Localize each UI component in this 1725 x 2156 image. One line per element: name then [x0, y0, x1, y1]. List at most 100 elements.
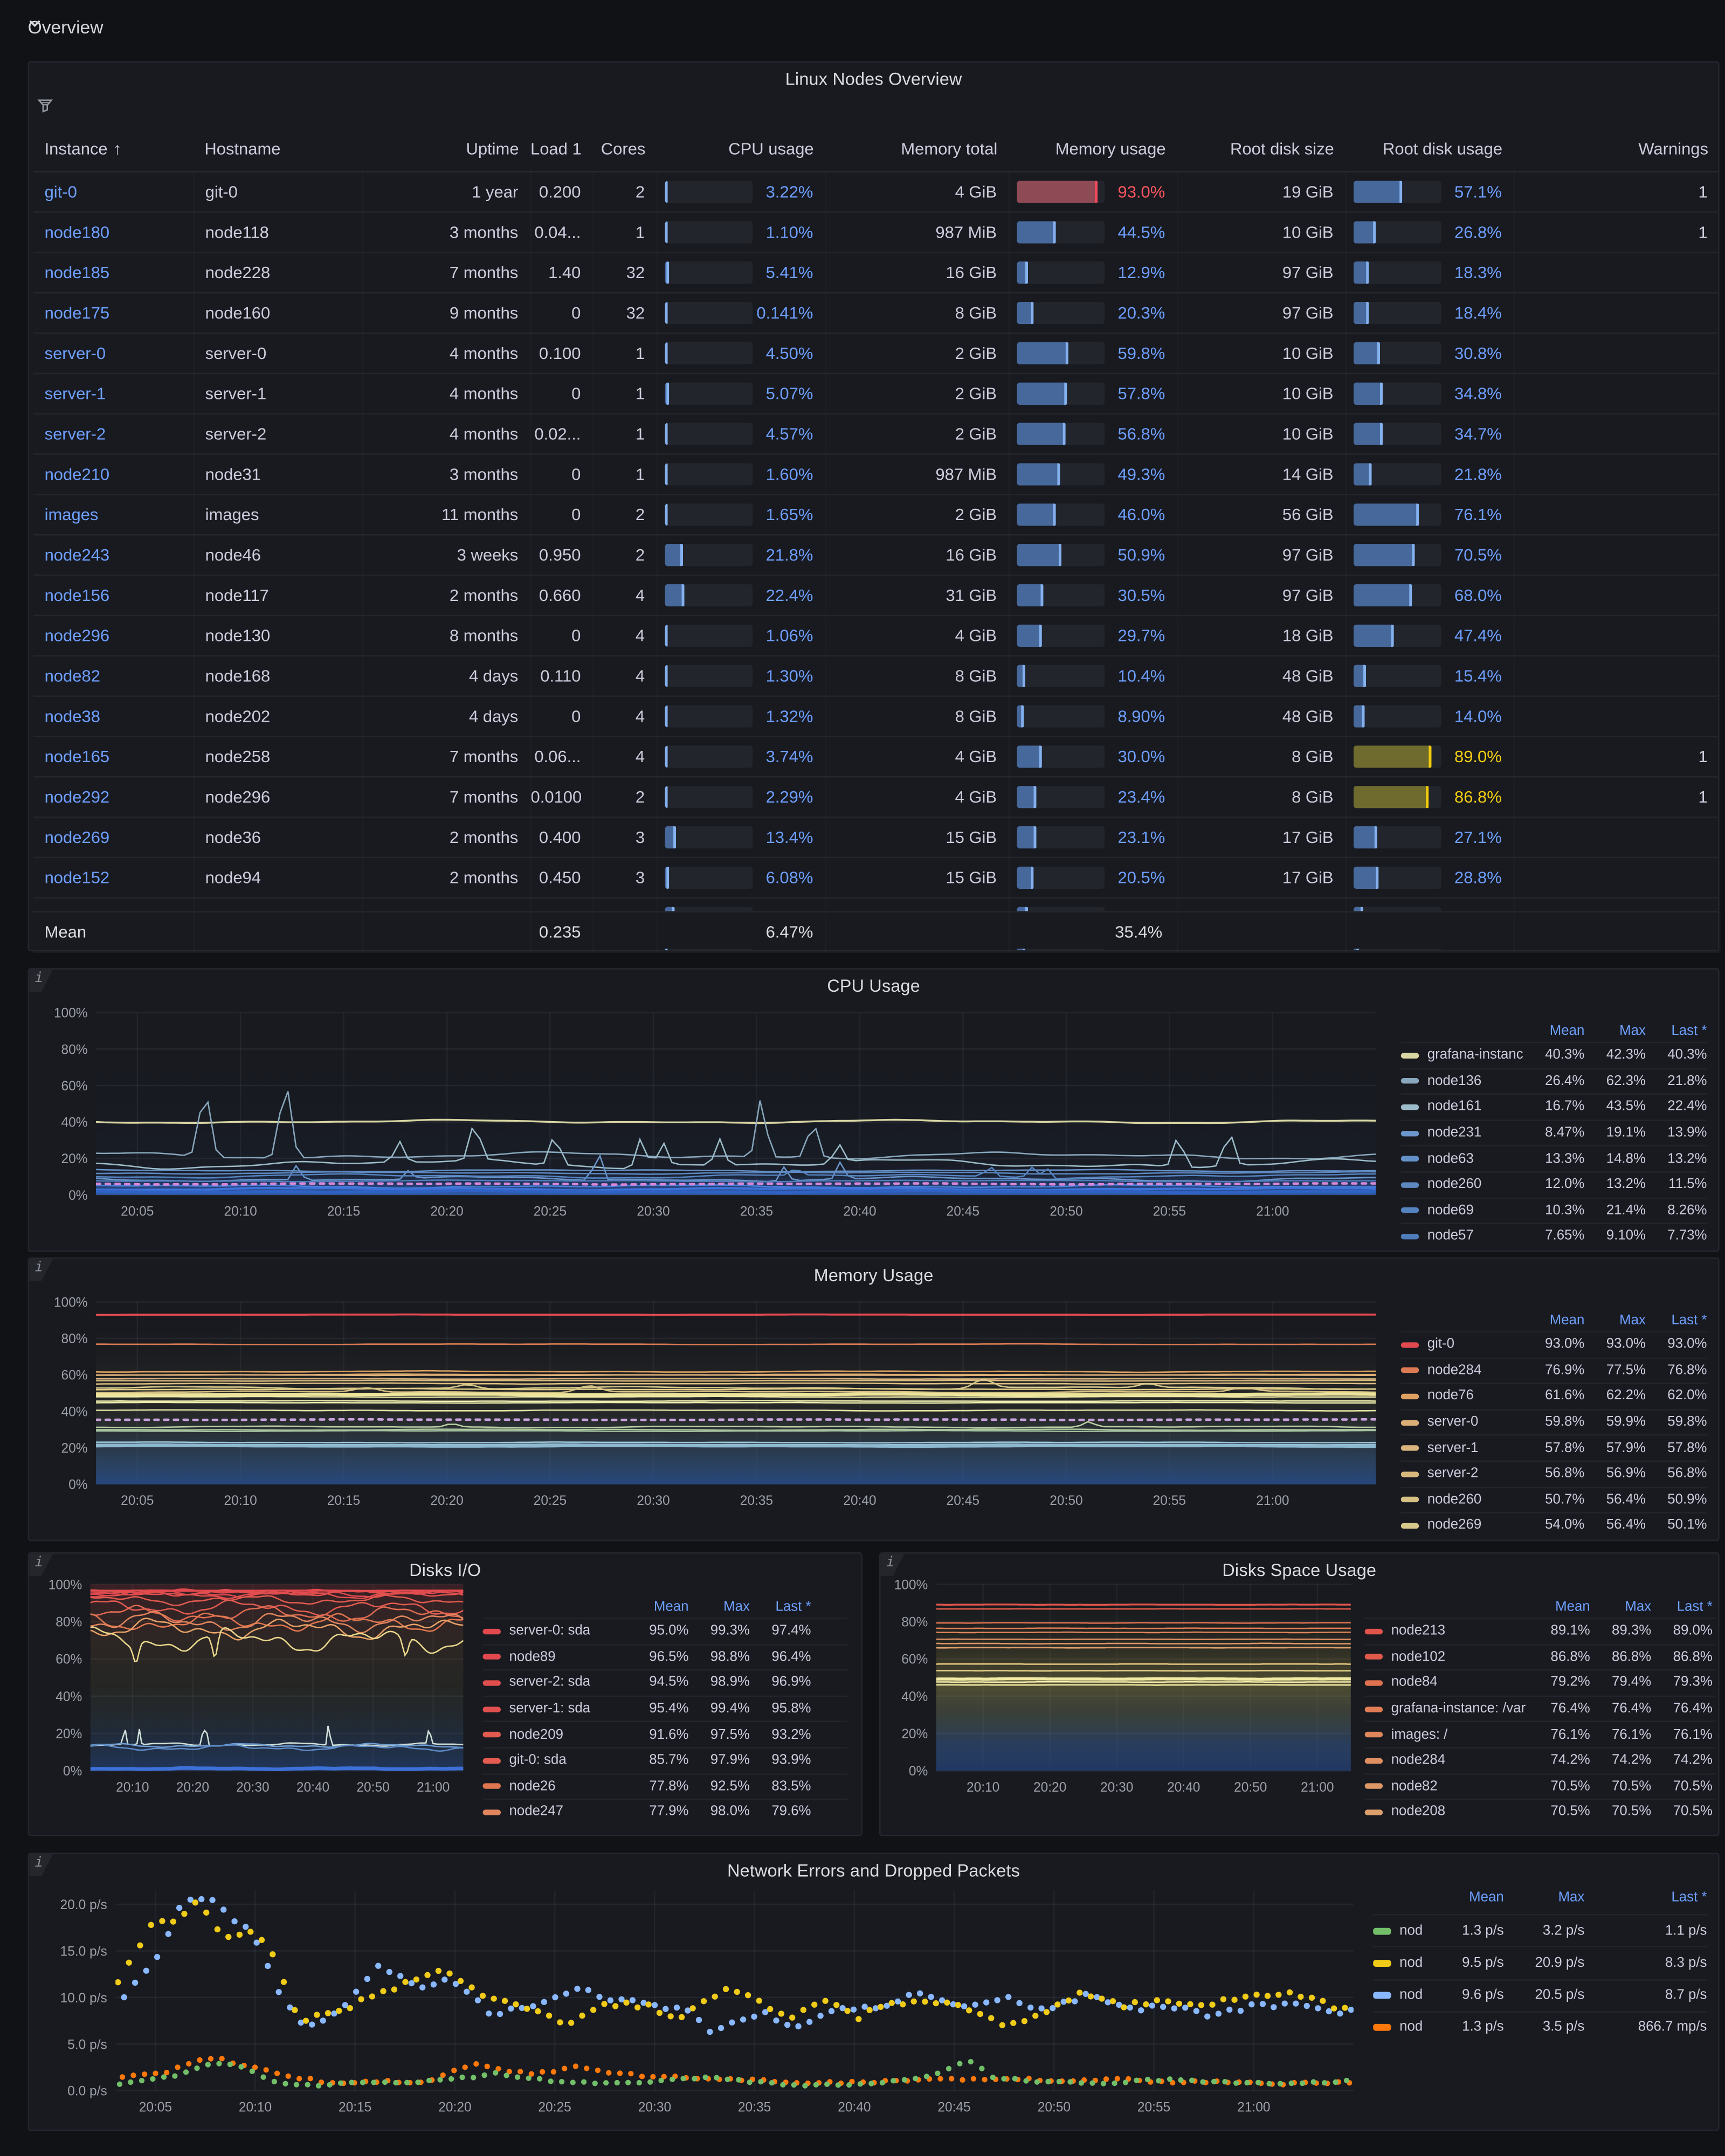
memory-usage-cell: 20.3% — [1009, 293, 1177, 333]
cpu-usage-cell: 4.57% — [657, 414, 825, 454]
series-color-swatch — [1401, 1497, 1419, 1503]
instance-link[interactable]: node292 — [45, 787, 110, 807]
dashboard: Overview Linux Nodes Overview Instance↑H… — [0, 0, 1725, 2156]
svg-text:20:30: 20:30 — [637, 1204, 670, 1219]
instance-link[interactable]: server-1 — [45, 384, 106, 403]
column-header[interactable]: Load 1 — [530, 99, 592, 171]
legend-item[interactable]: node269 54.0%56.4%50.1% — [1401, 1512, 1707, 1538]
legend-item[interactable]: node84 79.2%79.4%79.3% — [1365, 1669, 1715, 1695]
usage-bar — [1353, 342, 1441, 365]
column-header[interactable]: Warnings — [1514, 99, 1720, 171]
instance-link[interactable]: node180 — [45, 223, 110, 242]
column-header[interactable]: Root disk size — [1177, 99, 1345, 171]
disk-size-cell: 97 GiB — [1177, 293, 1345, 333]
instance-link[interactable]: node210 — [45, 465, 110, 484]
legend-item[interactable]: server-1 57.8%57.9%57.8% — [1401, 1435, 1707, 1461]
sort-asc-icon[interactable]: ↑ — [113, 139, 121, 158]
legend-item[interactable]: node89 96.5%98.8%96.4% — [482, 1643, 847, 1669]
legend-item[interactable]: node260 12.0%13.2%11.5% — [1401, 1171, 1707, 1197]
instance-link[interactable]: images — [45, 505, 99, 524]
usage-bar — [664, 423, 752, 446]
instance-link[interactable]: node185 — [45, 263, 110, 282]
cores-cell: 2 — [592, 494, 657, 535]
svg-text:20:05: 20:05 — [121, 1494, 154, 1508]
instance-link[interactable]: node243 — [45, 545, 110, 565]
legend-item[interactable]: node213 89.1%89.3%89.0% — [1365, 1618, 1715, 1643]
series-color-swatch — [1365, 1758, 1383, 1763]
usage-bar — [664, 463, 752, 486]
legend-item[interactable]: node76 61.6%62.2%62.0% — [1401, 1383, 1707, 1409]
disk-usage-cell: 15.4% — [1345, 656, 1513, 696]
legend-item[interactable]: node136 26.4%62.3%21.8% — [1401, 1068, 1707, 1094]
column-header[interactable]: Cores — [592, 99, 657, 171]
legend-item[interactable]: server-0: sda 95.0%99.3%97.4% — [482, 1618, 847, 1643]
svg-text:20:25: 20:25 — [534, 1494, 567, 1508]
table-row: node38 node202 4 days 0 4 1.32% 8 GiB 8.… — [33, 696, 1718, 737]
instance-link[interactable]: git-0 — [45, 182, 77, 202]
cpu-usage-cell: 5.41% — [657, 252, 825, 293]
legend-item[interactable]: grafana-instance: /var 76.4%76.4%76.4% — [1365, 1695, 1715, 1721]
legend-item[interactable]: node198 9.6 p/s20.5 p/s8.7 p/s — [1373, 1979, 1707, 2011]
memory-total-cell: 2 GiB — [825, 374, 1009, 414]
legend-item[interactable]: server-0 59.8%59.9%59.8% — [1401, 1409, 1707, 1435]
column-header[interactable]: Instance↑ — [33, 99, 194, 171]
legend-item[interactable]: grafana-instance 40.3%42.3%40.3% — [1401, 1042, 1707, 1068]
svg-text:40%: 40% — [61, 1116, 88, 1130]
instance-link[interactable]: node269 — [45, 827, 110, 847]
legend-item[interactable]: images: / 76.1%76.1%76.1% — [1365, 1721, 1715, 1747]
svg-text:20:40: 20:40 — [296, 1780, 329, 1795]
legend-item[interactable]: node209 91.6%97.5%93.2% — [482, 1721, 847, 1747]
legend-item[interactable]: node82 70.5%70.5%70.5% — [1365, 1773, 1715, 1799]
column-header[interactable]: CPU usage — [657, 99, 825, 171]
instance-link[interactable]: node156 — [45, 585, 110, 605]
legend-item[interactable]: node57 7.65%9.10%7.73% — [1401, 1223, 1707, 1249]
instance-link[interactable]: server-2 — [45, 424, 106, 444]
disk-usage-cell: 27.1% — [1345, 817, 1513, 858]
legend-item[interactable]: node260 50.7%56.4%50.9% — [1401, 1487, 1707, 1512]
legend-item[interactable]: node256 1.3 p/s3.2 p/s1.1 p/s — [1373, 1914, 1707, 1946]
uptime-cell: 4 months — [362, 414, 530, 454]
legend-item[interactable]: server-1: sda 95.4%99.4%95.8% — [482, 1695, 847, 1721]
warnings-cell: 1 — [1514, 212, 1718, 253]
legend-item[interactable]: node247 77.9%98.0%79.6% — [482, 1799, 847, 1825]
legend-item[interactable]: node284 74.2%74.2%74.2% — [1365, 1747, 1715, 1773]
legend-item[interactable]: node208 70.5%70.5%70.5% — [1365, 1799, 1715, 1825]
legend-item[interactable]: node284 76.9%77.5%76.8% — [1401, 1357, 1707, 1383]
column-header[interactable]: Uptime — [362, 99, 530, 171]
column-header[interactable]: Memory usage — [1009, 99, 1177, 171]
column-header[interactable]: Memory total — [825, 99, 1009, 171]
load1-cell: 0.450 — [530, 858, 592, 898]
legend-item[interactable]: node178 9.5 p/s20.9 p/s8.3 p/s — [1373, 1946, 1707, 1979]
legend-item[interactable]: git-0 93.0%93.0%93.0% — [1401, 1331, 1707, 1357]
table-row: node165 node258 7 months 0.06... 4 3.74%… — [33, 736, 1718, 777]
cores-cell: 1 — [592, 212, 657, 253]
legend-item[interactable]: node161 16.7%43.5%22.4% — [1401, 1094, 1707, 1120]
legend-item[interactable]: node26 77.8%92.5%83.5% — [482, 1773, 847, 1799]
legend-item[interactable]: node59 1.3 p/s3.5 p/s866.7 mp/s — [1373, 2011, 1707, 2043]
warnings-cell — [1514, 414, 1718, 454]
table-row: server-2 server-2 4 months 0.02... 1 4.5… — [33, 414, 1718, 454]
legend-item[interactable]: server-2 56.8%56.9%56.8% — [1401, 1461, 1707, 1487]
legend-item[interactable]: git-0: sda 85.7%97.9%93.9% — [482, 1747, 847, 1773]
row-header-overview[interactable]: Overview — [28, 17, 104, 38]
uptime-cell: 2 months — [362, 858, 530, 898]
svg-text:20:50: 20:50 — [1234, 1780, 1267, 1795]
instance-link[interactable]: node38 — [45, 707, 100, 726]
legend-item[interactable]: server-2: sda 94.5%98.9%96.9% — [482, 1669, 847, 1695]
warnings-cell — [1514, 817, 1718, 858]
disk-size-cell: 8 GiB — [1177, 777, 1345, 817]
instance-link[interactable]: server-0 — [45, 343, 106, 363]
disk-usage-cell: 70.5% — [1345, 535, 1513, 575]
column-header[interactable]: Hostname — [194, 99, 362, 171]
legend-item[interactable]: node102 86.8%86.8%86.8% — [1365, 1643, 1715, 1669]
table-row: node82 node168 4 days 0.110 4 1.30% 8 Gi… — [33, 656, 1718, 696]
instance-link[interactable]: node152 — [45, 868, 110, 887]
instance-link[interactable]: node175 — [45, 303, 110, 323]
instance-link[interactable]: node82 — [45, 666, 100, 686]
instance-link[interactable]: node165 — [45, 747, 110, 766]
legend-item[interactable]: node69 10.3%21.4%8.26% — [1401, 1197, 1707, 1223]
instance-link[interactable]: node296 — [45, 626, 110, 645]
legend-item[interactable]: node231 8.47%19.1%13.9% — [1401, 1120, 1707, 1145]
column-header[interactable]: Root disk usage — [1345, 99, 1513, 171]
legend-item[interactable]: node63 13.3%14.8%13.2% — [1401, 1145, 1707, 1171]
